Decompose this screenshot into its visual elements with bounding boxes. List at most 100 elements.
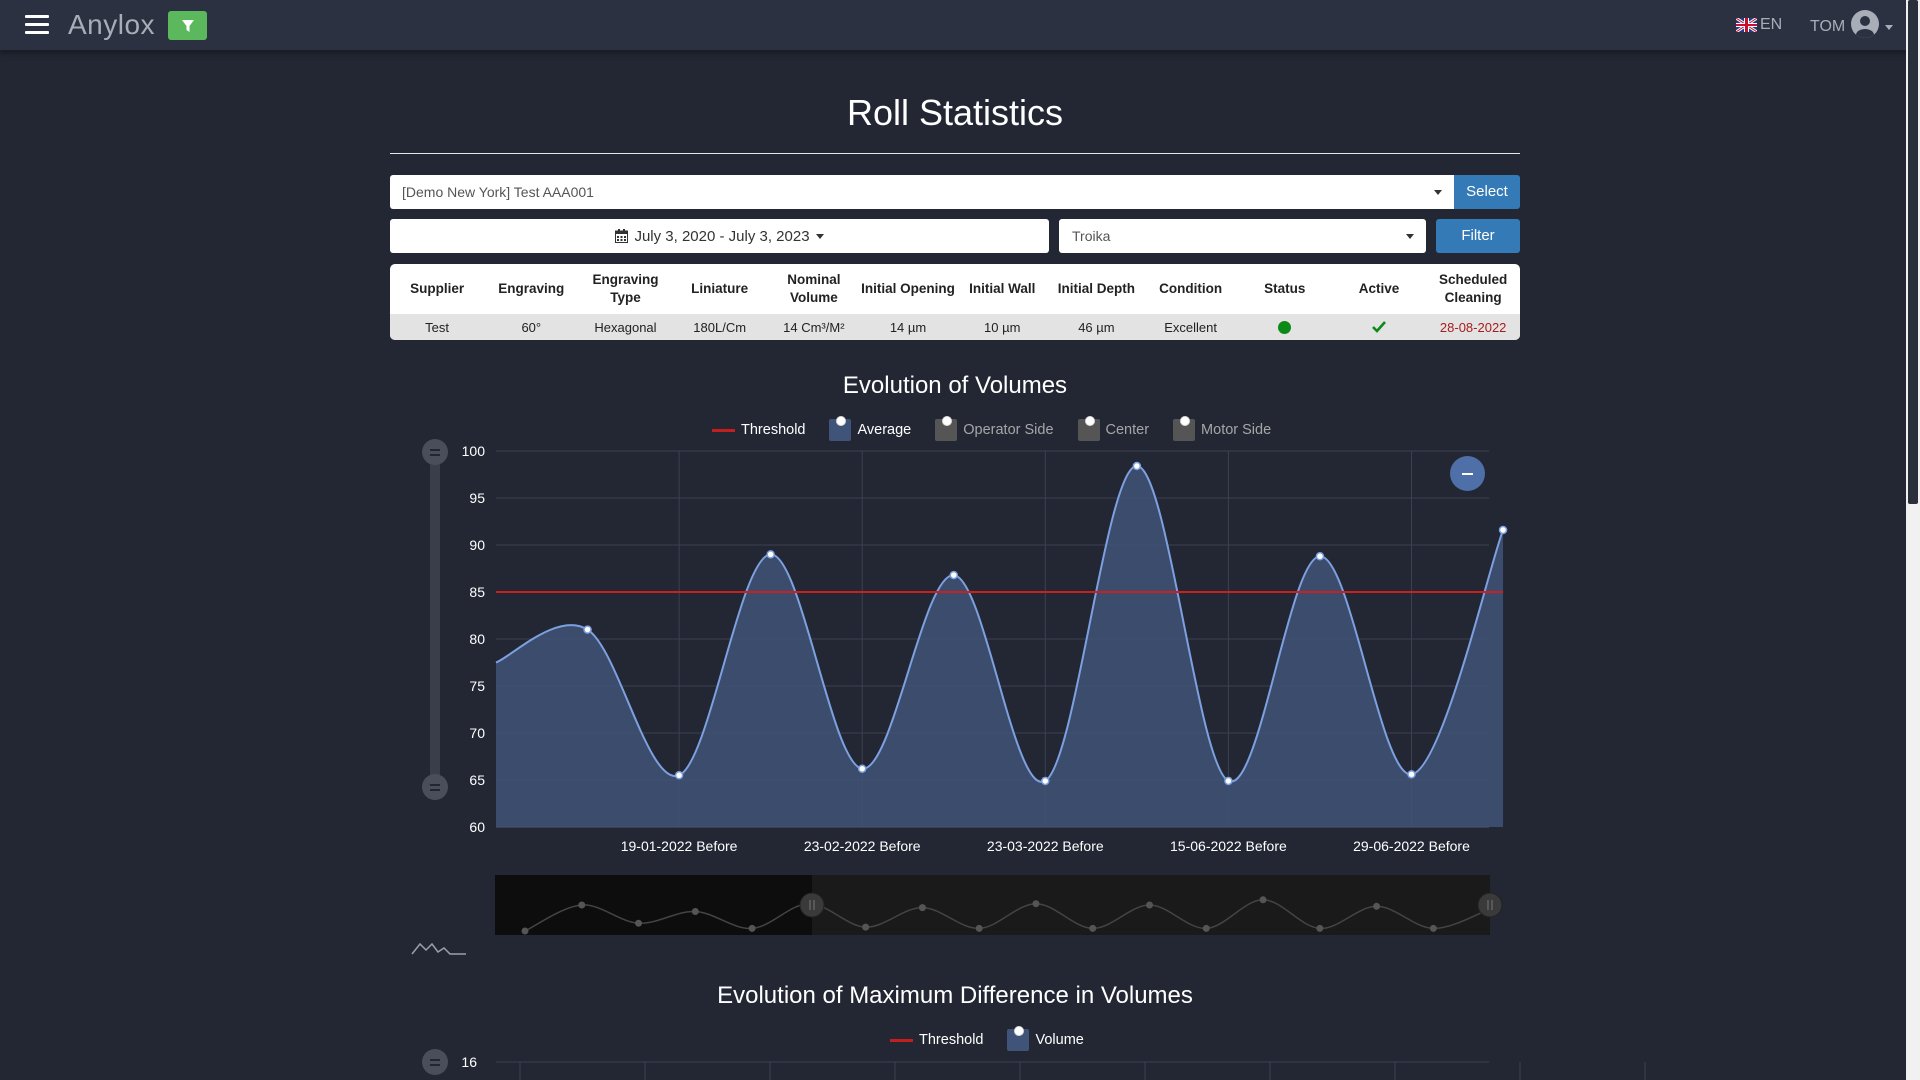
y-range-slider-bottom-handle[interactable] [422,774,448,800]
area-series-icon [935,416,958,441]
engraving-cell: 60° [521,319,542,335]
analyzer-select[interactable]: Troika [1059,219,1426,253]
active-cell [1332,314,1426,340]
user-menu[interactable]: TOM [1810,10,1894,38]
y-tick-label: 75 [469,678,485,694]
initial-opening-cell: 14 µm [889,319,927,335]
area-series-icon [1077,416,1100,441]
navigator-point [691,908,699,915]
data-point [766,550,775,559]
language-selector[interactable]: EN [1736,16,1782,34]
calendar-icon [615,229,629,243]
legend-item-center[interactable]: Center [1077,416,1150,441]
brand-logo[interactable]: Anylox [68,9,155,41]
roll-select[interactable]: [Demo New York] Test AAA001 [390,175,1454,209]
max-difference-chart-legend: Threshold Volume [890,1026,1108,1051]
data-point [674,771,684,780]
data-point [1498,525,1508,535]
funnel-icon [181,19,194,32]
chevron-down-icon [1434,190,1442,195]
navigator-point [578,901,586,909]
navigator-point [521,927,529,935]
y-tick-label: 90 [469,537,485,553]
reset-zoom-button[interactable] [1450,456,1485,491]
column-header: Initial Depth [1057,281,1136,296]
chevron-down-icon [1406,234,1414,239]
top-navbar: Anylox EN TOM [0,0,1920,51]
scrollbar-thumb[interactable] [1908,0,1918,504]
navigator-point [975,924,983,932]
status-cell [1238,314,1332,340]
page-title: Roll Statistics [846,92,1064,133]
filter-button[interactable]: Filter [1436,219,1520,253]
x-tick-label: 23-03-2022 Before [987,838,1104,854]
legend-item-threshold[interactable]: Threshold [712,422,805,438]
legend-label: Threshold [741,422,806,438]
legend-label: Average [857,422,912,438]
navigator-point [1032,900,1040,908]
roll-info-table: Supplier Engraving Engraving Type Liniat… [390,264,1520,340]
user-name: TOM [1810,18,1846,35]
y-tick-label: 60 [469,819,485,835]
roll-select-value: [Demo New York] Test AAA001 [402,184,594,200]
filter-toggle-button[interactable] [168,11,207,40]
max-difference-chart-title: Evolution of Maximum Difference in Volum… [717,982,1193,1009]
data-point [1224,776,1233,786]
caret-down-icon [815,233,824,239]
date-range-value: July 3, 2020 - July 3, 2023 [634,227,810,245]
legend-item-operator-side[interactable]: Operator Side [935,416,1054,441]
x-tick-label: 19-01-2022 Before [621,838,738,854]
threshold-line-icon [890,1038,913,1042]
navigator-handle [1477,892,1503,918]
y-tick-label: 65 [469,772,485,788]
area-series-icon [829,416,852,441]
y-range-slider[interactable] [430,450,440,790]
volumes-chart-legend: Threshold Average Operator Side Center M… [712,416,1295,441]
column-header: Condition [1159,281,1223,296]
column-header: Liniature [691,281,749,296]
y-range-slider-top-handle[interactable] [422,439,448,465]
data-point [1407,770,1416,779]
legend-label: Volume [1035,1032,1084,1048]
navigator-point [918,904,926,912]
column-header: Supplier [410,281,465,296]
column-header: Scheduled Cleaning [1439,272,1508,305]
area-series-icon [1173,416,1196,441]
column-header: Status [1264,281,1306,296]
legend-item-motor-side[interactable]: Motor Side [1173,416,1271,441]
status-dot-icon [1278,320,1292,334]
user-avatar-icon [1851,10,1880,38]
legend-label: Operator Side [963,422,1054,438]
column-header: Nominal Volume [787,272,841,305]
y-range-slider-top-handle[interactable] [422,1049,448,1075]
navigator-point [1429,924,1437,932]
navigator-point [862,923,870,931]
y-tick-label: 80 [469,631,485,647]
table-row: Test 60° Hexagonal 180L/Cm 14 Cm³/M² 14 … [390,314,1520,340]
navigator-handle [799,892,825,918]
navigator-point [1373,902,1381,910]
menu-icon[interactable] [25,15,49,35]
legend-item-average[interactable]: Average [829,416,912,441]
navigator-point [1089,924,1097,932]
analyzer-select-value: Troika [1072,228,1111,244]
language-label: EN [1760,16,1783,33]
legend-label: Threshold [919,1032,984,1048]
data-point [949,570,958,580]
condition-cell: Excellent [1164,319,1217,335]
column-header: Engraving Type [592,272,659,305]
volumes-chart[interactable]: 60 65 70 75 80 85 90 95 100 19-01-2022 Before 23-0… [0,0,1920,1080]
legend-label: Center [1105,422,1150,438]
initial-wall-cell: 10 µm [984,319,1021,335]
legend-item-volume[interactable]: Volume [1007,1026,1084,1051]
liniature-cell: 180L/Cm [693,319,747,335]
date-range-picker[interactable]: July 3, 2020 - July 3, 2023 [390,219,1049,253]
navigator-point [748,924,756,932]
data-point [583,625,592,634]
initial-depth-cell: 46 µm [1078,319,1115,335]
y-tick-label: 100 [462,443,486,459]
select-button[interactable]: Select [1454,175,1520,209]
legend-item-threshold[interactable]: Threshold [890,1032,983,1048]
table-header-row: Supplier Engraving Engraving Type Liniat… [390,264,1520,314]
y-tick-label: 16 [461,1054,477,1070]
